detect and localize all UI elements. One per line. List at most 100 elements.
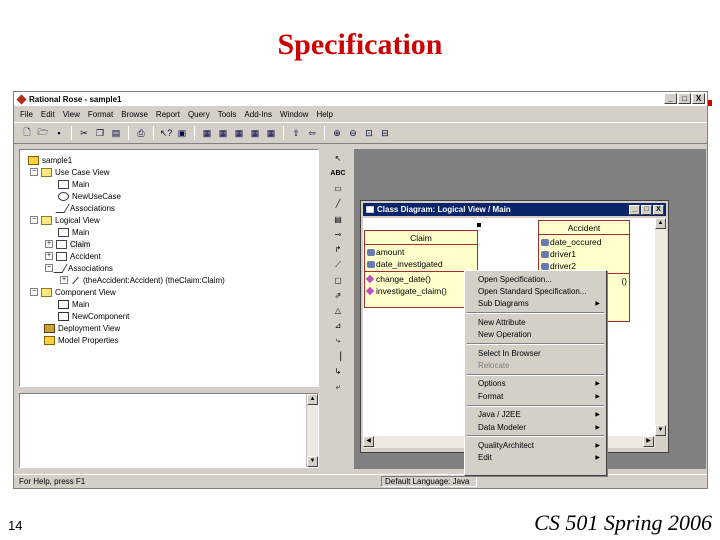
tool-c-icon[interactable]: ↳ <box>330 366 346 378</box>
copy-icon[interactable]: ❐ <box>93 126 107 140</box>
tree-item-use-case-view[interactable]: − Use Case View <box>30 166 110 178</box>
text-icon[interactable]: ABC <box>330 167 346 179</box>
tree-item-associations[interactable]: − Associations <box>45 262 113 274</box>
maximize-button[interactable]: □ <box>678 93 691 104</box>
note-icon[interactable]: ▭ <box>330 183 346 195</box>
zoom-in-icon[interactable]: ⊕ <box>330 126 344 140</box>
tree-item-main[interactable]: Main <box>58 226 89 238</box>
tree-item-logical-view[interactable]: − Logical View <box>30 214 100 226</box>
interface-icon[interactable]: ⊸ <box>330 228 346 240</box>
zoom-out-icon[interactable]: ⊖ <box>346 126 360 140</box>
tree-item-newcomponent[interactable]: NewComponent <box>58 310 129 322</box>
collapse-toggle[interactable]: − <box>30 168 38 176</box>
diagram-minimize-button[interactable]: _ <box>629 205 640 215</box>
dependency-icon[interactable]: ⇗ <box>330 289 346 301</box>
menu-item-data-modeler[interactable]: Data Modeler ▶ <box>465 421 606 433</box>
scroll-up-arrow-icon[interactable]: ▲ <box>307 394 318 405</box>
realize-icon[interactable]: ⊿ <box>330 320 346 332</box>
menu-item-options[interactable]: Options ▶ <box>465 378 606 390</box>
doc-scrollbar[interactable]: ▲ ▼ <box>306 394 318 467</box>
menu-item-new-operation[interactable]: New Operation <box>465 329 606 341</box>
tree-item-model-properties[interactable]: Model Properties <box>44 334 118 346</box>
menu-item-format[interactable]: Format ▶ <box>465 390 606 402</box>
app-titlebar[interactable]: Rational Rose - sample1 _ □ X <box>14 92 707 106</box>
browse-parent-arrow-icon[interactable]: ⇧ <box>289 126 303 140</box>
print-icon[interactable]: ⎙ <box>134 126 148 140</box>
menu-edit[interactable]: Edit <box>41 110 55 119</box>
scroll-right-arrow-icon[interactable]: ▶ <box>643 436 654 447</box>
tree-item-main[interactable]: Main <box>58 178 89 190</box>
scroll-left-arrow-icon[interactable]: ◀ <box>363 436 374 447</box>
menu-report[interactable]: Report <box>156 110 180 119</box>
menu-item-select-in-browser[interactable]: Select In Browser <box>465 347 606 359</box>
tree-item-sample1[interactable]: sample1 <box>28 154 72 166</box>
tree-item-newusecase[interactable]: NewUseCase <box>58 190 121 202</box>
browse-class-icon[interactable]: ▦ <box>200 126 214 140</box>
diagram-vertical-scrollbar[interactable]: ▲ ▼ <box>655 218 667 436</box>
tree-item-main[interactable]: Main <box>58 298 89 310</box>
association-tool-icon[interactable]: ↱ <box>330 244 346 256</box>
class-tool-icon[interactable]: ▤ <box>330 213 346 225</box>
scroll-down-arrow-icon[interactable]: ▼ <box>307 456 318 467</box>
collapse-toggle[interactable]: − <box>30 216 38 224</box>
tool-a-icon[interactable]: ⤷ <box>330 335 346 347</box>
expand-toggle[interactable]: + <box>45 240 53 248</box>
tree-item-association-instance[interactable]: + (theAccident:Accident) (theClaim:Claim… <box>60 274 225 286</box>
close-button[interactable]: X <box>692 93 705 104</box>
menu-item-open-standard-specification[interactable]: Open Standard Specification... <box>465 285 606 297</box>
menu-item-edit[interactable]: Edit ▶ <box>465 452 606 464</box>
menu-window[interactable]: Window <box>280 110 308 119</box>
anchor-icon[interactable]: ╱ <box>330 198 346 210</box>
tree-item-deployment-view[interactable]: Deployment View <box>44 322 120 334</box>
fit-window-icon[interactable]: ⊡ <box>362 126 376 140</box>
tree-item-accident[interactable]: + Accident <box>45 250 101 262</box>
open-icon[interactable]: 🗁 <box>36 126 50 140</box>
menu-item-sub-diagrams[interactable]: Sub Diagrams ▶ <box>465 298 606 310</box>
menu-item-java-j2ee[interactable]: Java / J2EE ▶ <box>465 409 606 421</box>
scroll-down-arrow-icon[interactable]: ▼ <box>655 425 666 436</box>
new-icon[interactable]: 🗋 <box>20 126 34 140</box>
scroll-up-arrow-icon[interactable]: ▲ <box>655 218 666 229</box>
browse-usecase-icon[interactable]: ▦ <box>216 126 230 140</box>
undo-fit-icon[interactable]: ⊟ <box>378 126 392 140</box>
documentation-pane[interactable]: ▲ ▼ <box>19 393 319 468</box>
minimize-button[interactable]: _ <box>664 93 677 104</box>
aggregation-icon[interactable]: ⟋ <box>330 259 346 271</box>
class-claim[interactable]: Claim amount date_investigated change_da… <box>364 230 478 308</box>
selection-handle[interactable] <box>477 223 481 227</box>
class-diagram-titlebar[interactable]: Class Diagram: Logical View / Main _ □ X <box>363 203 666 216</box>
menu-format[interactable]: Format <box>88 110 113 119</box>
menu-item-qualityarchitect[interactable]: QualityArchitect ▶ <box>465 439 606 451</box>
help-icon[interactable]: ▣ <box>175 126 189 140</box>
package-tool-icon[interactable]: ▢ <box>330 274 346 286</box>
help-context-icon[interactable]: ↖? <box>159 126 173 140</box>
menu-help[interactable]: Help <box>316 110 332 119</box>
save-icon[interactable]: ▪ <box>52 126 66 140</box>
browse-previous-icon[interactable]: ⇦ <box>305 126 319 140</box>
cut-icon[interactable]: ✂ <box>77 126 91 140</box>
diagram-close-button[interactable]: X <box>653 205 664 215</box>
menu-browse[interactable]: Browse <box>121 110 148 119</box>
paste-icon[interactable]: ▤ <box>109 126 123 140</box>
browse-component-icon[interactable]: ▦ <box>232 126 246 140</box>
menu-tools[interactable]: Tools <box>218 110 237 119</box>
tool-b-icon[interactable]: ▕ <box>330 350 346 362</box>
expand-toggle[interactable]: + <box>45 252 53 260</box>
select-icon[interactable]: ↖ <box>330 152 346 164</box>
menu-file[interactable]: File <box>20 110 33 119</box>
diagram-maximize-button[interactable]: □ <box>641 205 652 215</box>
generalization-icon[interactable]: △ <box>330 305 346 317</box>
browse-deployment-icon[interactable]: ▦ <box>248 126 262 140</box>
menu-item-open-specification[interactable]: Open Specification... <box>465 273 606 285</box>
browse-parent-icon[interactable]: ▦ <box>264 126 278 140</box>
tree-item-component-view[interactable]: − Component View <box>30 286 116 298</box>
menu-view[interactable]: View <box>63 110 80 119</box>
tree-item-associations[interactable]: Associations <box>55 202 115 214</box>
tree-item-claim[interactable]: + Claim <box>45 238 91 250</box>
collapse-toggle[interactable]: − <box>30 288 38 296</box>
menu-query[interactable]: Query <box>188 110 210 119</box>
browser-tree[interactable]: sample1 − Use Case View Main NewUseCase … <box>19 149 319 387</box>
collapse-toggle[interactable]: − <box>45 264 53 272</box>
tool-d-icon[interactable]: ⤶ <box>330 381 346 393</box>
expand-toggle[interactable]: + <box>60 276 68 284</box>
